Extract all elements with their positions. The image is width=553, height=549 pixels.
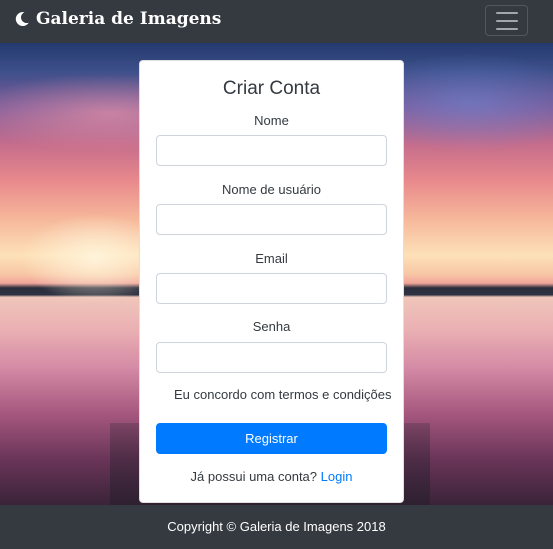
username-input[interactable] bbox=[156, 204, 387, 235]
hamburger-icon bbox=[495, 19, 518, 22]
login-link[interactable]: Login bbox=[321, 469, 353, 484]
register-card: Criar Conta Nome Nome de usuário Email S… bbox=[139, 60, 404, 503]
moon-icon bbox=[15, 11, 29, 26]
navbar-brand[interactable]: Galeria de Imagens bbox=[14, 9, 221, 29]
username-label: Nome de usuário bbox=[222, 182, 321, 197]
login-prompt: Já possui uma conta? Login bbox=[140, 469, 403, 484]
page-title: Criar Conta bbox=[222, 78, 321, 99]
navbar-toggler-button[interactable] bbox=[485, 5, 528, 36]
copyright-text: Copyright © Galeria de Imagens 2018 bbox=[167, 519, 386, 534]
login-prompt-text: Já possui uma conta? bbox=[190, 469, 318, 484]
email-input[interactable] bbox=[156, 273, 387, 304]
password-input[interactable] bbox=[156, 342, 387, 373]
footer: Copyright © Galeria de Imagens 2018 bbox=[0, 505, 553, 546]
terms-label[interactable]: Eu concordo com termos e condições bbox=[174, 387, 392, 402]
email-label: Email bbox=[255, 251, 288, 266]
name-label: Nome bbox=[254, 113, 289, 128]
register-button[interactable]: Registrar bbox=[156, 423, 387, 454]
hamburger-icon bbox=[495, 11, 518, 14]
navbar: Galeria de Imagens bbox=[0, 0, 553, 43]
password-label: Senha bbox=[252, 319, 291, 334]
brand-text: Galeria de Imagens bbox=[36, 9, 222, 29]
hamburger-icon bbox=[495, 27, 518, 30]
name-input[interactable] bbox=[156, 135, 387, 166]
